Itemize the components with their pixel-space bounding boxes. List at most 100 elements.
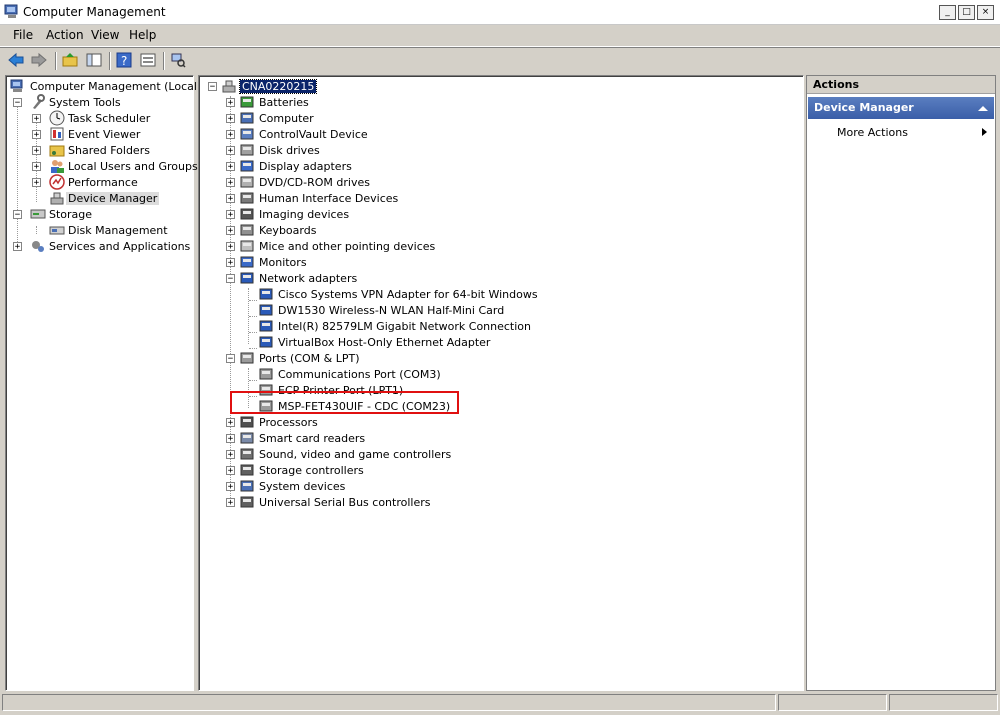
device-label: Storage controllers xyxy=(259,464,364,477)
expand-toggle[interactable]: + xyxy=(226,418,235,428)
device-label: Disk drives xyxy=(259,144,320,157)
device-category-item[interactable]: + Display adapters xyxy=(201,158,801,174)
tree-item-services-and-applications[interactable]: + Services and Applications xyxy=(8,238,192,254)
keyboard-icon xyxy=(240,224,254,236)
forward-arrow-icon[interactable] xyxy=(31,52,47,68)
device-category-item[interactable]: + Universal Serial Bus controllers xyxy=(201,494,801,510)
menu-help[interactable]: Help xyxy=(129,28,156,42)
clock-icon xyxy=(49,110,65,126)
device-label: Display adapters xyxy=(259,160,352,173)
device-category-item[interactable]: + Computer xyxy=(201,110,801,126)
collapse-up-arrow-icon[interactable] xyxy=(978,106,988,111)
maximize-button[interactable]: □ xyxy=(958,5,975,20)
back-arrow-icon[interactable] xyxy=(8,52,24,68)
properties-icon[interactable] xyxy=(140,52,156,68)
show-hide-tree-icon[interactable] xyxy=(86,52,102,68)
expand-toggle[interactable]: + xyxy=(226,466,235,476)
tree-item-label: Event Viewer xyxy=(68,128,141,141)
expand-toggle[interactable]: + xyxy=(32,130,41,140)
expand-toggle[interactable]: + xyxy=(13,242,22,252)
menu-view[interactable]: View xyxy=(91,28,119,42)
expand-toggle[interactable]: + xyxy=(226,450,235,460)
tree-item-local-users-and-groups[interactable]: + Local Users and Groups xyxy=(8,158,198,174)
collapse-toggle[interactable]: − xyxy=(13,210,22,220)
device-category-item[interactable]: + DVD/CD-ROM drives xyxy=(201,174,801,190)
expand-toggle[interactable]: + xyxy=(226,210,235,220)
device-category-item[interactable]: + Imaging devices xyxy=(201,206,801,222)
device-category-item[interactable]: + Monitors xyxy=(201,254,801,270)
expand-toggle[interactable]: + xyxy=(32,146,41,156)
device-list-item[interactable]: Communications Port (COM3) xyxy=(201,366,801,382)
device-category-item[interactable]: + Human Interface Devices xyxy=(201,190,801,206)
tree-item-storage[interactable]: − Storage xyxy=(8,206,192,222)
device-label: Intel(R) 82579LM Gigabit Network Connect… xyxy=(278,320,531,333)
device-category-item[interactable]: − Ports (COM & LPT) xyxy=(201,350,801,366)
network-adapter-disabled-icon xyxy=(259,288,273,300)
device-category-item[interactable]: + Smart card readers xyxy=(201,430,801,446)
device-category-item[interactable]: − Network adapters xyxy=(201,270,801,286)
device-category-item[interactable]: + Sound, video and game controllers xyxy=(201,446,801,462)
battery-icon xyxy=(240,96,254,108)
expand-toggle[interactable]: + xyxy=(226,194,235,204)
tree-item-event-viewer[interactable]: + Event Viewer xyxy=(8,126,192,142)
device-category-item[interactable]: + ControlVault Device xyxy=(201,126,801,142)
collapse-toggle[interactable]: − xyxy=(13,98,22,108)
submenu-arrow-icon[interactable] xyxy=(982,128,987,136)
more-actions-link[interactable]: More Actions xyxy=(837,126,908,139)
actions-header: Actions xyxy=(807,76,995,94)
expand-toggle[interactable]: + xyxy=(226,146,235,156)
expand-toggle[interactable]: + xyxy=(226,434,235,444)
tree-item-computer-management[interactable]: Computer Management (Local) xyxy=(8,78,201,94)
actions-section-device-manager[interactable]: Device Manager xyxy=(808,97,994,119)
device-category-item[interactable]: + Processors xyxy=(201,414,801,430)
device-category-item[interactable]: + Storage controllers xyxy=(201,462,801,478)
menu-bar: File Action View Help xyxy=(0,25,1000,47)
expand-toggle[interactable]: + xyxy=(226,242,235,252)
tree-item-task-scheduler[interactable]: + Task Scheduler xyxy=(8,110,192,126)
device-label: Sound, video and game controllers xyxy=(259,448,452,461)
expand-toggle[interactable]: + xyxy=(226,98,235,108)
expand-toggle[interactable]: + xyxy=(32,178,41,188)
device-category-item[interactable]: + Keyboards xyxy=(201,222,801,238)
tree-item-label: Storage xyxy=(49,208,93,221)
tree-item-performance[interactable]: + Performance xyxy=(8,174,192,190)
device-label: Keyboards xyxy=(259,224,317,237)
expand-toggle[interactable]: + xyxy=(226,482,235,492)
expand-toggle[interactable]: + xyxy=(32,114,41,124)
tree-item-system-tools[interactable]: − System Tools xyxy=(8,94,192,110)
close-button[interactable]: × xyxy=(977,5,994,20)
expand-toggle[interactable]: + xyxy=(226,162,235,172)
device-list-item[interactable]: Intel(R) 82579LM Gigabit Network Connect… xyxy=(201,318,801,334)
collapse-toggle[interactable]: − xyxy=(226,354,235,364)
device-tree-root[interactable]: − CNA0220215 xyxy=(201,78,801,94)
expand-toggle[interactable]: + xyxy=(226,114,235,124)
collapse-toggle[interactable]: − xyxy=(208,82,217,92)
expand-toggle[interactable]: + xyxy=(226,258,235,268)
expand-toggle[interactable]: + xyxy=(226,226,235,236)
expand-toggle[interactable]: + xyxy=(226,498,235,508)
menu-file[interactable]: File xyxy=(13,28,33,42)
scan-hardware-icon[interactable] xyxy=(170,52,186,68)
device-list-item[interactable]: VirtualBox Host-Only Ethernet Adapter xyxy=(201,334,801,350)
expand-toggle[interactable]: + xyxy=(226,178,235,188)
menu-action[interactable]: Action xyxy=(46,28,84,42)
device-category-item[interactable]: + Batteries xyxy=(201,94,801,110)
tree-item-device-manager[interactable]: Device Manager xyxy=(8,190,192,206)
expand-toggle[interactable]: + xyxy=(32,162,41,172)
expand-toggle[interactable]: + xyxy=(226,130,235,140)
smart-card-reader-icon xyxy=(240,432,254,444)
device-category-item[interactable]: + System devices xyxy=(201,478,801,494)
collapse-toggle[interactable]: − xyxy=(226,274,235,284)
device-label: Mice and other pointing devices xyxy=(259,240,436,253)
device-list-item[interactable]: Cisco Systems VPN Adapter for 64-bit Win… xyxy=(201,286,801,302)
minimize-button[interactable]: _ xyxy=(939,5,956,20)
controlvault-icon xyxy=(240,128,254,140)
device-category-item[interactable]: + Mice and other pointing devices xyxy=(201,238,801,254)
help-icon[interactable]: ? xyxy=(116,52,132,68)
tree-item-shared-folders[interactable]: + Shared Folders xyxy=(8,142,192,158)
device-list-item[interactable]: DW1530 Wireless-N WLAN Half-Mini Card xyxy=(201,302,801,318)
device-category-item[interactable]: + Disk drives xyxy=(201,142,801,158)
tree-item-disk-management[interactable]: Disk Management xyxy=(8,222,192,238)
up-folder-icon[interactable] xyxy=(62,52,78,68)
storage-icon xyxy=(30,209,46,219)
